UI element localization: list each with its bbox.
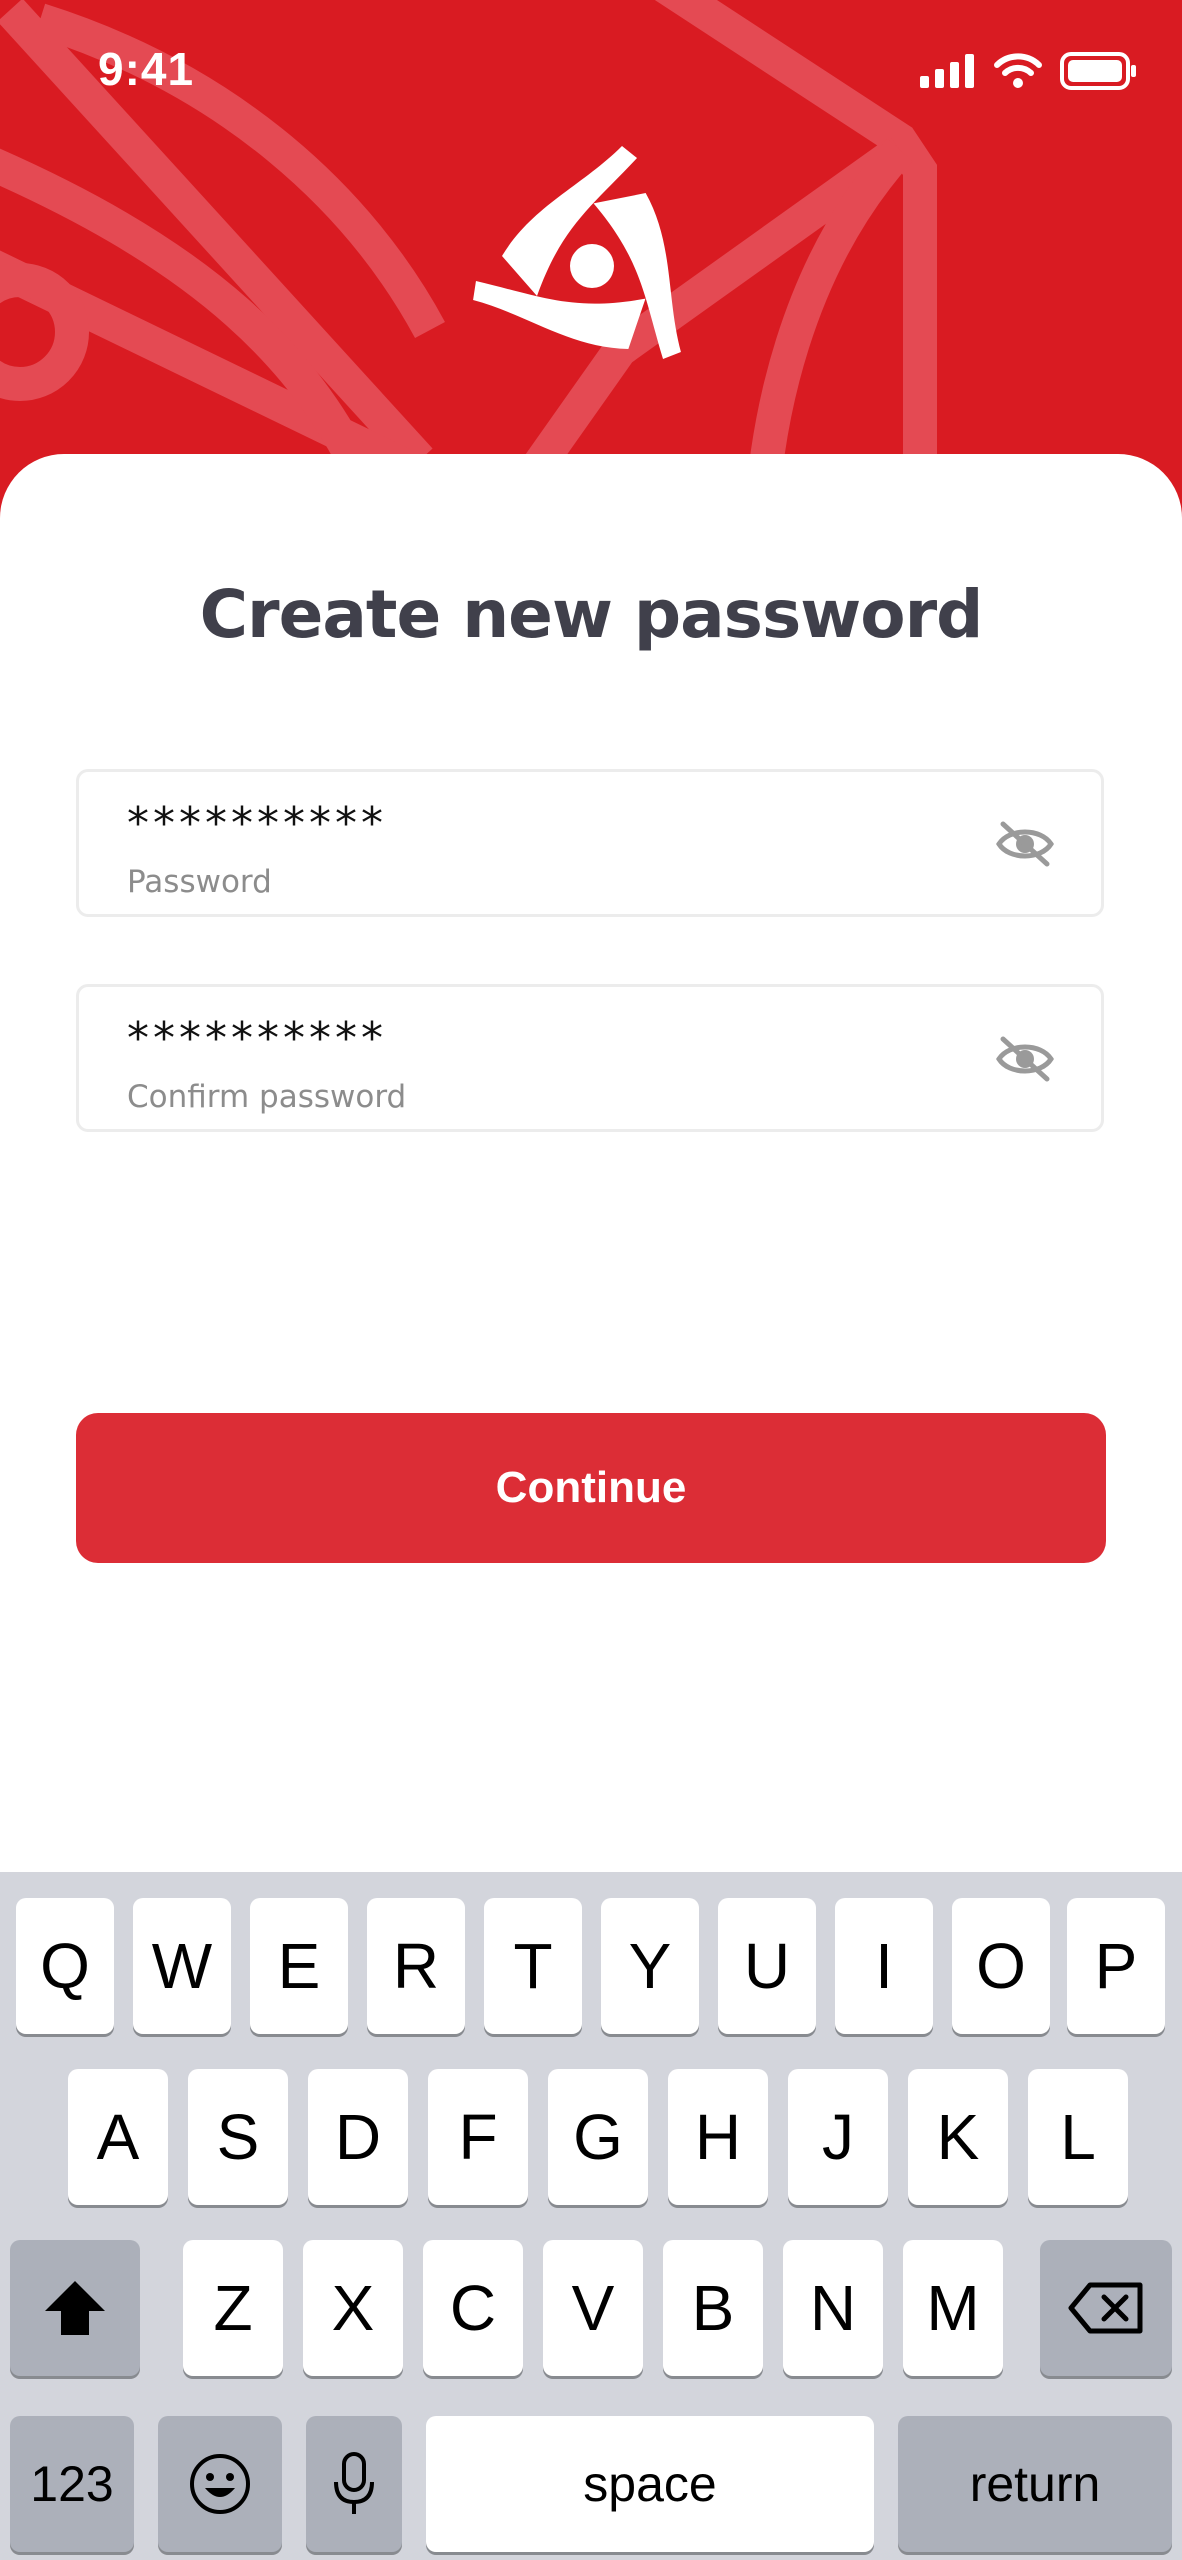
key-g[interactable]: G (548, 2069, 648, 2205)
content-card (0, 454, 1182, 1874)
key-n[interactable]: N (783, 2240, 883, 2376)
key-l[interactable]: L (1028, 2069, 1128, 2205)
password-value: ********** (127, 798, 387, 849)
status-time: 9:41 (98, 43, 195, 95)
key-p[interactable]: P (1067, 1898, 1165, 2034)
page-title: Create new password (199, 576, 984, 653)
password-label: Password (127, 864, 272, 900)
key-v[interactable]: V (543, 2240, 643, 2376)
space-key[interactable]: space (426, 2416, 874, 2552)
key-r[interactable]: R (367, 1898, 465, 2034)
key-q[interactable]: Q (16, 1898, 114, 2034)
key-c[interactable]: C (423, 2240, 523, 2376)
continue-button[interactable]: Continue (76, 1413, 1106, 1563)
emoji-icon (190, 2454, 250, 2514)
key-m[interactable]: M (903, 2240, 1003, 2376)
key-x[interactable]: X (303, 2240, 403, 2376)
key-h[interactable]: H (668, 2069, 768, 2205)
key-j[interactable]: J (788, 2069, 888, 2205)
return-key[interactable]: return (898, 2416, 1172, 2552)
password-field[interactable]: ********** Password (76, 769, 1104, 917)
shift-key[interactable] (10, 2240, 140, 2376)
microphone-key[interactable] (306, 2416, 402, 2552)
key-e[interactable]: E (250, 1898, 348, 2034)
cellular-signal-icon (920, 54, 974, 88)
hide-password-icon[interactable] (995, 818, 1055, 870)
confirm-password-label: Confirm password (127, 1079, 407, 1115)
hide-confirm-password-icon[interactable] (995, 1033, 1055, 1085)
backspace-icon (1068, 2282, 1143, 2334)
key-o[interactable]: O (952, 1898, 1050, 2034)
key-a[interactable]: A (68, 2069, 168, 2205)
confirm-password-value: ********** (127, 1013, 387, 1064)
confirm-password-field[interactable]: ********** Confirm password (76, 984, 1104, 1132)
numbers-key[interactable]: 123 (10, 2416, 134, 2552)
key-f[interactable]: F (428, 2069, 528, 2205)
shift-icon (45, 2281, 105, 2335)
keyboard: Q W E R T Y U I O P A S D F G H J K L Z … (0, 1872, 1182, 2560)
status-icons (920, 52, 1138, 90)
battery-icon (1060, 52, 1136, 90)
key-b[interactable]: B (663, 2240, 763, 2376)
key-s[interactable]: S (188, 2069, 288, 2205)
key-d[interactable]: D (308, 2069, 408, 2205)
key-k[interactable]: K (908, 2069, 1008, 2205)
key-t[interactable]: T (484, 1898, 582, 2034)
backspace-key[interactable] (1040, 2240, 1172, 2376)
wifi-icon (994, 53, 1042, 88)
header-banner: 9:41 (0, 0, 1182, 520)
emoji-key[interactable] (158, 2416, 282, 2552)
key-y[interactable]: Y (601, 1898, 699, 2034)
key-i[interactable]: I (835, 1898, 933, 2034)
key-z[interactable]: Z (183, 2240, 283, 2376)
microphone-icon (334, 2452, 374, 2514)
key-w[interactable]: W (133, 1898, 231, 2034)
key-u[interactable]: U (718, 1898, 816, 2034)
brand-logo-icon (473, 146, 681, 359)
